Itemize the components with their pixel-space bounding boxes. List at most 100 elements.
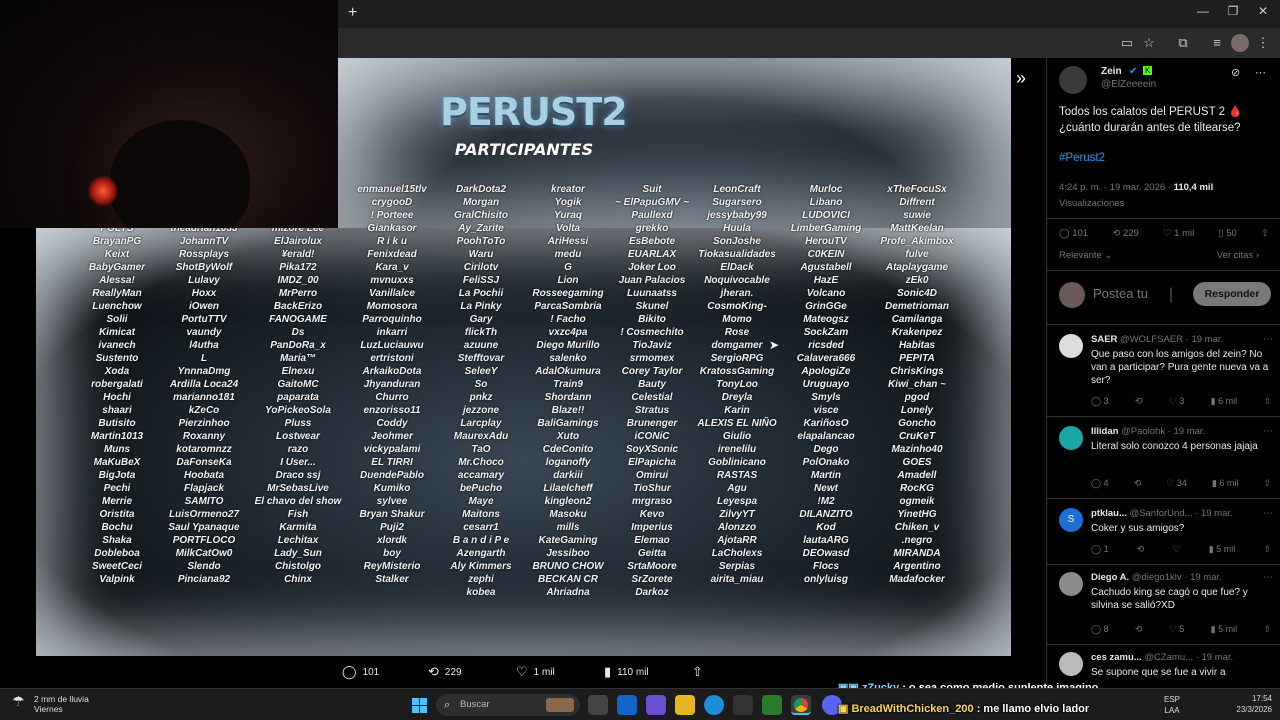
tweet-metadata: 4:24 p. m. · 19 mar. 2026 · 110,4 mil Vi…: [1059, 180, 1269, 212]
chrome-icon[interactable]: [791, 695, 811, 715]
viewer-repost-action[interactable]: ⟲ 229: [428, 662, 462, 682]
participant-name: PEPITA: [899, 353, 935, 364]
viewer-share-action[interactable]: ⇧: [692, 662, 703, 682]
file-explorer-icon[interactable]: [675, 695, 695, 715]
participant-name: ChrisKings: [890, 366, 944, 377]
participant-name: Madafocker: [889, 574, 945, 585]
replies-stat[interactable]: ◯ 101: [1059, 228, 1088, 244]
author-name[interactable]: Zein: [1101, 66, 1122, 77]
minecraft-icon[interactable]: [762, 695, 782, 715]
reply-composer: Postea tu | Responder: [1059, 280, 1273, 310]
restore-button[interactable]: ❐: [1218, 4, 1248, 18]
new-tab-button[interactable]: +: [348, 4, 357, 22]
repost-icon[interactable]: ⟲: [1135, 396, 1143, 408]
expand-panel-icon[interactable]: »: [1016, 68, 1026, 89]
share-icon[interactable]: ⇧: [1263, 478, 1271, 490]
commenter-avatar[interactable]: [1059, 572, 1083, 596]
weather-widget[interactable]: ☂ 2 mm de lluvia Viernes: [12, 694, 89, 714]
tweet-author[interactable]: Zein ✔ K @ElZeeeein ⊘ ⋯: [1059, 66, 1269, 96]
more-options-icon[interactable]: ⋯: [1263, 572, 1273, 583]
comment-header: ptklau... @SanforUnd... · 19 mar.: [1091, 508, 1233, 519]
views-icon[interactable]: ▮ 6 mil: [1212, 478, 1238, 490]
taskbar-search[interactable]: ⌕ Buscar: [436, 694, 580, 716]
extensions-icon[interactable]: ⧉: [1174, 34, 1192, 52]
repost-icon[interactable]: ⟲: [1137, 544, 1145, 556]
reply-icon[interactable]: ◯ 8: [1091, 624, 1109, 636]
share-icon[interactable]: ⇧: [1263, 544, 1271, 556]
tweet-text: Todos los calatos del PERUST 2 🩸 ¿cuánto…: [1059, 106, 1243, 134]
edge-icon[interactable]: [704, 695, 724, 715]
minimize-button[interactable]: —: [1188, 4, 1218, 18]
comment-text: Que paso con los amigos del zein? No van…: [1091, 349, 1269, 386]
heart-icon[interactable]: ♡ 3: [1169, 396, 1185, 408]
reading-list-icon[interactable]: ≡: [1208, 34, 1226, 52]
tweet-stats: ◯ 101 ⟲ 229 ♡ 1 mil ▯ 50 ⇧: [1059, 228, 1269, 244]
outlook-icon[interactable]: [617, 695, 637, 715]
divider: [1047, 270, 1280, 271]
comment-header: Illidan @Paolohk · 19 mar.: [1091, 426, 1206, 437]
share-icon[interactable]: ⇧: [1263, 624, 1271, 636]
heart-icon[interactable]: ♡ 5: [1169, 624, 1185, 636]
reply-input[interactable]: Postea tu: [1093, 286, 1148, 301]
reply-icon[interactable]: ◯ 4: [1091, 478, 1109, 490]
menu-icon[interactable]: ⋮: [1254, 34, 1272, 52]
heart-icon[interactable]: ♡: [1173, 544, 1181, 556]
reply-icon[interactable]: ◯ 1: [1091, 544, 1109, 556]
search-icon: ⌕: [444, 699, 451, 711]
divider: [1047, 564, 1280, 565]
commenter-avatar[interactable]: [1059, 334, 1083, 358]
bookmark-star-icon[interactable]: ☆: [1140, 34, 1158, 52]
teams-icon[interactable]: [646, 695, 666, 715]
divider: [1047, 644, 1280, 645]
poster-subtitle: PARTICIPANTES: [454, 140, 594, 159]
close-window-button[interactable]: ✕: [1248, 4, 1278, 18]
participant-name: Argentino: [893, 561, 941, 572]
profile-avatar[interactable]: [1231, 34, 1249, 52]
viewer-views-action[interactable]: ▮ 110 mil: [604, 662, 649, 682]
participant-name: Sonic4D: [896, 288, 937, 299]
quotes-link[interactable]: Ver citas ›: [1217, 250, 1259, 261]
store-icon[interactable]: [733, 695, 753, 715]
repost-icon[interactable]: ⟲: [1134, 478, 1142, 490]
heart-icon[interactable]: ♡ 34: [1166, 478, 1187, 490]
more-options-icon[interactable]: ⋯: [1263, 426, 1273, 437]
more-options-icon[interactable]: ⋯: [1255, 66, 1266, 79]
reply-button[interactable]: Responder: [1193, 282, 1271, 306]
share-icon[interactable]: ⇧: [1261, 228, 1269, 244]
grok-icon[interactable]: ⊘: [1231, 66, 1240, 79]
red-light: [88, 176, 118, 206]
author-avatar[interactable]: [1059, 66, 1087, 94]
commenter-avatar[interactable]: [1059, 426, 1083, 450]
comment-stats: ◯ 3 ⟲ ♡ 3 ▮ 6 mil ⇧: [1091, 396, 1271, 408]
participant-name: Amadell: [897, 470, 937, 481]
commenter-avatar[interactable]: [1059, 652, 1083, 676]
tweet-hashtag[interactable]: #Perust2: [1059, 152, 1105, 164]
comment-header: SAER @WOLFSAER · 19 mar.: [1091, 334, 1224, 345]
bookmarks-stat[interactable]: ▯ 50: [1218, 228, 1236, 244]
tweet-time[interactable]: 4:24 p. m. · 19 mar. 2026 ·: [1059, 182, 1174, 193]
participant-name: Camilanga: [891, 314, 943, 325]
commenter-avatar[interactable]: S: [1059, 508, 1083, 532]
sort-dropdown[interactable]: Relevante: [1059, 250, 1102, 261]
share-icon[interactable]: ⇧: [1263, 396, 1271, 408]
reply-icon[interactable]: ◯ 3: [1091, 396, 1109, 408]
author-handle[interactable]: @ElZeeeein: [1101, 79, 1156, 90]
task-view-icon[interactable]: [588, 695, 608, 715]
clock[interactable]: 17:54 23/3/2026: [1236, 693, 1272, 715]
reposts-stat[interactable]: ⟲ 229: [1112, 228, 1138, 244]
views-icon[interactable]: ▮ 5 mil: [1211, 624, 1237, 636]
more-options-icon[interactable]: ⋯: [1263, 508, 1273, 519]
start-menu-icon[interactable]: [410, 696, 430, 716]
streamer-silhouette: [110, 120, 250, 228]
repost-icon: ⟲: [1112, 228, 1123, 239]
views-icon[interactable]: ▮ 6 mil: [1211, 396, 1237, 408]
viewer-reply-action[interactable]: ◯ 101: [342, 662, 379, 682]
repost-icon[interactable]: ⟲: [1135, 624, 1143, 636]
participant-name: Demetrioman: [885, 301, 949, 312]
more-options-icon[interactable]: ⋯: [1263, 334, 1273, 345]
views-icon: ▮: [604, 664, 612, 679]
viewer-like-action[interactable]: ♡ 1 mil: [516, 662, 555, 682]
likes-stat[interactable]: ♡ 1 mil: [1163, 228, 1194, 244]
views-icon[interactable]: ▮ 5 mil: [1209, 544, 1235, 556]
cast-icon[interactable]: ▭: [1118, 34, 1136, 52]
